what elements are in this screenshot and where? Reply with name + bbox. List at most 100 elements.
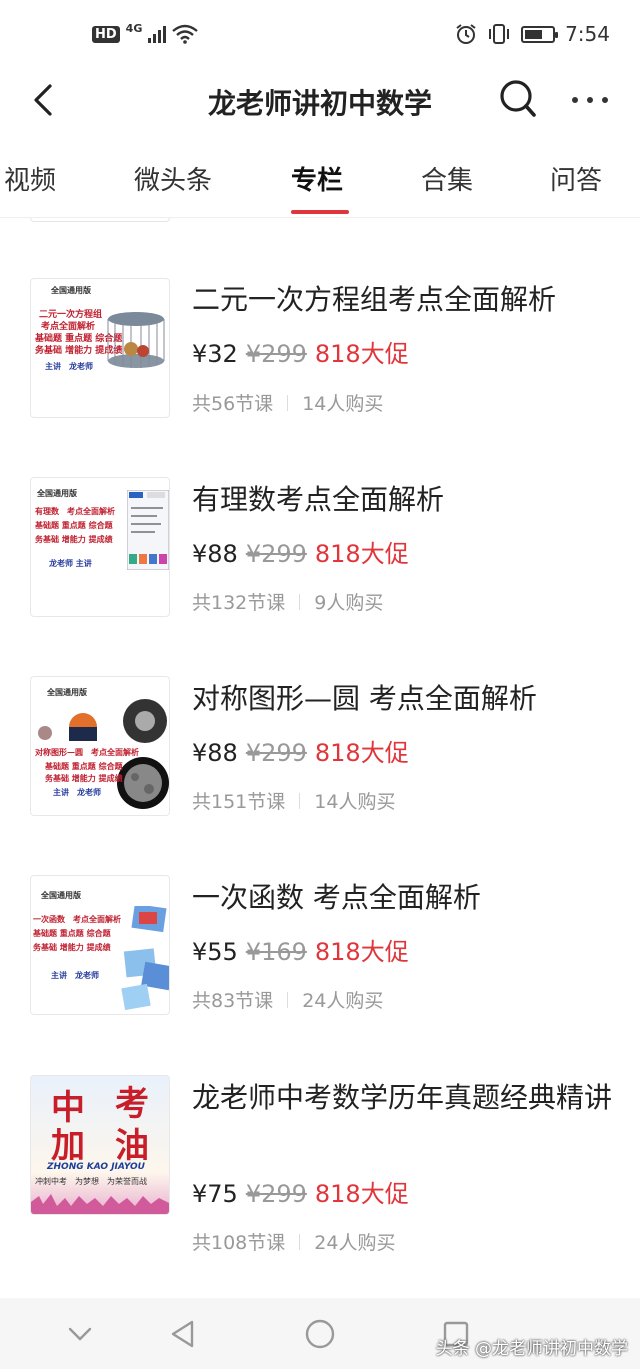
course-price: ¥88 — [192, 739, 238, 767]
math-screenshot-icon — [127, 490, 169, 570]
thumb-line: 对称图形—圆 考点全面解析 — [35, 747, 139, 757]
price-row: ¥55 ¥169 818大促 — [192, 932, 409, 967]
course-title[interactable]: 龙老师中考数学历年真题经典精讲 — [192, 1078, 612, 1118]
crowd-silhouette-icon — [31, 1194, 169, 1214]
buyer-count: 14人购买 — [314, 791, 396, 813]
tab-videos[interactable]: 视频 — [4, 160, 56, 197]
thumb-slogan: 冲刺中考 为梦想 为荣誉而战 — [35, 1177, 147, 1186]
search-icon — [500, 80, 536, 117]
course-meta: 共132节课 9人购买 — [192, 588, 383, 615]
course-meta: 共108节课 24人购买 — [192, 1228, 395, 1255]
home-circle-icon — [305, 1319, 335, 1349]
course-thumbnail[interactable]: 全国通用版 有理数 考点全面解析 基础题 重点题 综合题 务基础 增能力 提成绩… — [30, 477, 170, 617]
thumb-author: 龙老师 主讲 — [49, 558, 92, 568]
tab-columns[interactable]: 专栏 — [291, 160, 343, 197]
thumb-line: 一次函数 考点全面解析 — [33, 914, 121, 924]
thumb-author: 主讲 龙老师 — [51, 970, 99, 980]
meta-divider — [287, 991, 289, 1008]
signal-icon — [148, 25, 167, 43]
course-meta: 共56节课 14人购买 — [192, 389, 383, 416]
lesson-count: 共56节课 — [192, 393, 274, 415]
app-header: 龙老师讲初中数学 — [0, 72, 640, 128]
thumb-line: 基础题 重点题 综合题 — [35, 520, 113, 530]
more-dot — [572, 97, 578, 103]
course-title[interactable]: 对称图形—圆 考点全面解析 — [192, 679, 612, 719]
course-title[interactable]: 有理数考点全面解析 — [192, 480, 612, 520]
course-title[interactable]: 一次函数 考点全面解析 — [192, 878, 612, 918]
thumb-big-char: 加 — [51, 1126, 85, 1166]
price-row: ¥88 ¥299 818大促 — [192, 534, 409, 569]
promo-label: 818大促 — [314, 1180, 409, 1208]
network-type: 4G — [125, 21, 143, 35]
status-left: HD 4G — [92, 21, 199, 44]
thumb-author: 主讲 龙老师 — [45, 361, 93, 371]
thumb-line: 有理数 考点全面解析 — [35, 506, 115, 516]
course-meta: 共151节课 14人购买 — [192, 787, 395, 814]
tab-qa[interactable]: 问答 — [550, 160, 602, 197]
original-price: ¥299 — [245, 340, 307, 368]
thumb-line: 基础题 重点题 综合题 — [45, 761, 123, 771]
course-price: ¥88 — [192, 540, 238, 568]
thumb-tag: 全国通用版 — [47, 687, 87, 697]
course-price: ¥32 — [192, 340, 238, 368]
battery-icon — [521, 25, 559, 43]
buyer-count: 14人购买 — [302, 393, 384, 415]
buyer-count: 9人购买 — [314, 592, 384, 614]
chevron-down-icon — [68, 1327, 92, 1341]
tab-collections[interactable]: 合集 — [421, 160, 473, 197]
wifi-icon — [172, 24, 199, 44]
status-right: 7:54 — [455, 22, 610, 46]
tab-bar: 视频 微头条 专栏 合集 问答 — [0, 150, 640, 218]
active-tab-indicator — [291, 210, 349, 214]
course-thumbnail[interactable]: 全国通用版 一次函数 考点全面解析 基础题 重点题 综合题 务基础 增能力 提成… — [30, 875, 170, 1015]
lesson-count: 共151节课 — [192, 791, 286, 813]
thumb-author: 主讲 龙老师 — [53, 787, 101, 797]
course-price: ¥55 — [192, 938, 238, 966]
original-price: ¥169 — [245, 938, 307, 966]
price-row: ¥32 ¥299 818大促 — [192, 334, 409, 369]
promo-label: 818大促 — [314, 340, 409, 368]
thumb-tag: 全国通用版 — [37, 488, 77, 498]
meta-divider — [287, 394, 289, 411]
back-triangle-icon — [171, 1320, 194, 1348]
more-dot — [602, 97, 608, 103]
course-title[interactable]: 二元一次方程组考点全面解析 — [192, 280, 612, 320]
nav-back-button[interactable] — [163, 1314, 203, 1354]
course-meta: 共83节课 24人购买 — [192, 986, 383, 1013]
course-price: ¥75 — [192, 1180, 238, 1208]
original-price: ¥299 — [245, 1180, 307, 1208]
tab-micro-posts[interactable]: 微头条 — [134, 160, 212, 197]
price-row: ¥75 ¥299 818大促 — [192, 1174, 409, 1209]
status-bar: HD 4G 7:54 — [0, 0, 640, 72]
hd-badge: HD — [92, 25, 120, 43]
alarm-icon — [456, 24, 476, 44]
thumb-pinyin: ZHONG KAO JIAYOU — [47, 1162, 145, 1172]
buyer-count: 24人购买 — [302, 990, 384, 1012]
thumb-line: 务基础 增能力 提成绩 — [35, 534, 113, 544]
more-button[interactable] — [568, 82, 612, 118]
status-time: 7:54 — [565, 22, 610, 46]
thumb-line: 务基础 增能力 提成绩 — [33, 942, 111, 952]
thumb-tag: 全国通用版 — [51, 285, 91, 295]
system-nav-bar: 头条 @龙老师讲初中数学 — [0, 1298, 640, 1369]
meta-divider — [299, 593, 301, 610]
course-thumbnail[interactable]: 全国通用版 二元一次方程组 考点全面解析 基础题 重点题 综合题 务基础 增能力… — [30, 278, 170, 418]
search-button[interactable] — [498, 78, 538, 120]
thumb-line: 基础题 重点题 综合题 — [33, 928, 111, 938]
lesson-count: 共83节课 — [192, 990, 274, 1012]
meta-divider — [299, 1233, 301, 1250]
previous-course-thumb-edge — [30, 218, 170, 222]
course-thumbnail[interactable]: 全国通用版 对称图形—圆 考点全面解析 基础题 重点题 综合题 务基础 增能力 … — [30, 676, 170, 816]
watermark-text: 头条 @龙老师讲初中数学 — [435, 1339, 628, 1359]
hide-nav-button[interactable] — [60, 1314, 100, 1354]
birdcage-icon — [107, 312, 165, 368]
promo-label: 818大促 — [314, 739, 409, 767]
nav-home-button[interactable] — [300, 1314, 340, 1354]
original-price: ¥299 — [245, 540, 307, 568]
thumb-line: 务基础 增能力 提成绩 — [45, 773, 123, 783]
promo-label: 818大促 — [314, 540, 409, 568]
lesson-count: 共132节课 — [192, 592, 286, 614]
original-price: ¥299 — [245, 739, 307, 767]
buyer-count: 24人购买 — [314, 1232, 396, 1254]
course-thumbnail[interactable]: 中 考 加 油 ZHONG KAO JIAYOU 冲刺中考 为梦想 为荣誉而战 — [30, 1075, 170, 1215]
